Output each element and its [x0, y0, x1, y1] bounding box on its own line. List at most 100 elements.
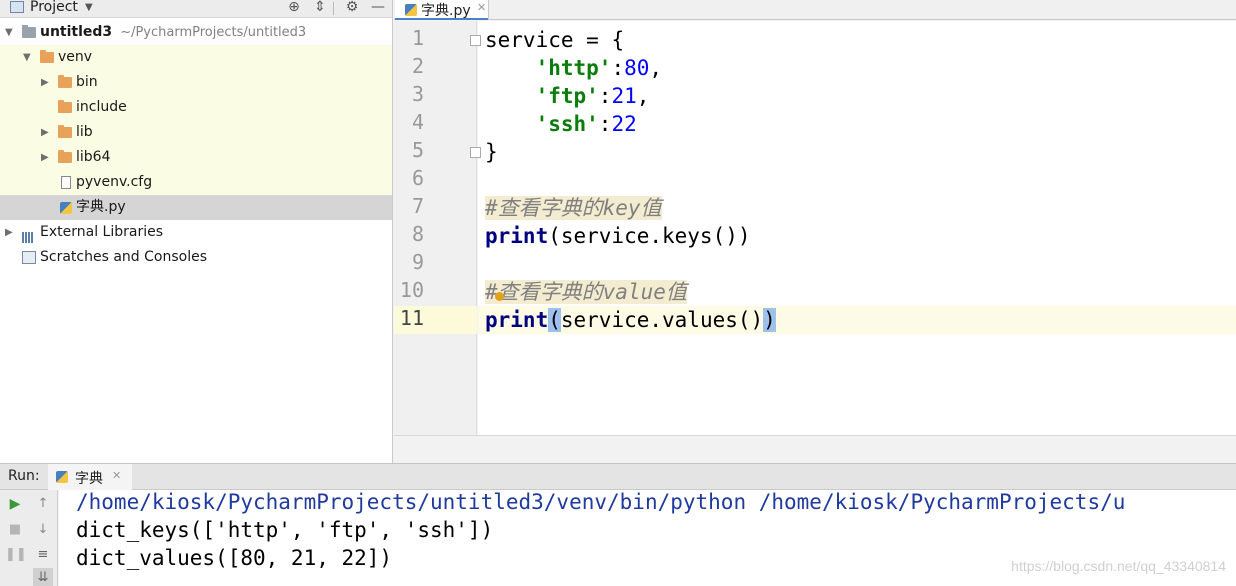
project-path-label: ~/PycharmProjects/untitled3 — [120, 25, 307, 40]
folder-icon — [40, 50, 54, 63]
code-comment: #查看字典的value值 — [485, 280, 687, 304]
code-line-1: service = { — [485, 26, 624, 54]
code-keyword: print — [485, 224, 549, 248]
divider — [333, 2, 334, 15]
chevron-right-icon[interactable]: ▶ — [5, 220, 13, 245]
locate-icon[interactable]: ⊕ — [286, 0, 302, 15]
arrow-up-icon[interactable]: ↑ — [33, 494, 53, 514]
stop-icon[interactable]: ■ — [5, 520, 25, 540]
tree-item-label: lib — [76, 124, 93, 140]
project-panel-header: Project ▼ ⊕ ⇕ ⚙ — — [0, 0, 392, 18]
tree-item-lib[interactable]: ▶ lib — [0, 120, 392, 145]
code-line-4: 'ssh':22 — [485, 110, 637, 138]
line-number: 11 — [399, 306, 424, 330]
tree-item-label: pyvenv.cfg — [76, 174, 153, 190]
gear-icon[interactable]: ⚙ — [344, 0, 360, 15]
console-output-line: dict_values([80, 21, 22]) — [76, 546, 393, 570]
fold-marker-icon[interactable] — [470, 147, 481, 158]
tree-item-label: include — [76, 99, 127, 115]
code-line-8: print(service.keys()) — [485, 222, 751, 250]
code-token: : — [611, 56, 625, 80]
pause-icon[interactable]: ❚❚ — [5, 545, 27, 565]
project-icon — [10, 1, 24, 13]
code-comment: #查看字典的key值 — [485, 196, 662, 220]
chevron-down-icon[interactable]: ▼ — [5, 20, 13, 45]
rerun-icon[interactable]: ▶ — [5, 494, 25, 514]
config-file-icon — [61, 176, 71, 189]
tree-item-label: 字典.py — [76, 199, 126, 215]
code-token: } — [485, 140, 498, 164]
chevron-down-icon[interactable]: ▼ — [85, 2, 93, 13]
chevron-right-icon[interactable]: ▶ — [41, 145, 49, 170]
python-file-icon — [56, 471, 68, 483]
close-icon[interactable]: ✕ — [477, 1, 486, 14]
tree-item-label: bin — [76, 74, 98, 90]
code-token: (service.keys()) — [548, 224, 751, 248]
editor-tab-bar: 字典.py ✕ — [394, 0, 1236, 20]
chevron-right-icon[interactable]: ▶ — [41, 70, 49, 95]
folder-icon — [58, 75, 72, 88]
tree-item-label: venv — [58, 49, 93, 65]
tree-item-pyvenv-cfg[interactable]: pyvenv.cfg — [0, 170, 392, 195]
tree-item-bin[interactable]: ▶ bin — [0, 70, 392, 95]
line-number: 5 — [411, 138, 424, 162]
code-token: = { — [573, 28, 625, 52]
tree-item-label: lib64 — [76, 149, 111, 165]
code-token: : — [598, 84, 612, 108]
watermark: https://blog.csdn.net/qq_43340814 — [1011, 558, 1226, 574]
code-token: ( — [548, 308, 561, 332]
code-token: 80 — [624, 56, 650, 80]
tree-item-scratches[interactable]: Scratches and Consoles — [0, 245, 392, 270]
code-line-2: 'http':80, — [485, 54, 662, 82]
line-number: 3 — [411, 82, 424, 106]
collapse-all-icon[interactable]: ⇕ — [312, 0, 328, 15]
code-line-3: 'ftp':21, — [485, 82, 650, 110]
run-tab-label: 字典 — [75, 471, 103, 487]
line-number: 8 — [411, 222, 424, 246]
tree-item-include[interactable]: include — [0, 95, 392, 120]
code-token: service — [485, 28, 574, 52]
line-number: 9 — [411, 250, 424, 274]
code-token: 21 — [611, 84, 637, 108]
console-output-line: dict_keys(['http', 'ftp', 'ssh']) — [76, 518, 494, 542]
project-view-selector[interactable]: Project — [30, 0, 78, 15]
code-token: , — [636, 84, 650, 108]
run-tab[interactable]: 字典 ✕ — [48, 464, 132, 491]
line-number: 2 — [411, 54, 424, 78]
tree-item-external-libraries[interactable]: ▶ External Libraries — [0, 220, 392, 245]
run-toolbar: ▶ ↑ ■ ↓ ❚❚ ≡ ⇊ — [0, 490, 58, 586]
code-line-11: print(service.values()) — [485, 306, 776, 334]
intention-bulb-icon[interactable] — [495, 292, 504, 301]
code-token: , — [649, 56, 663, 80]
line-number: 10 — [399, 278, 424, 302]
tree-item-dict-py[interactable]: 字典.py — [0, 195, 392, 220]
code-line-10: #查看字典的value值 — [485, 278, 687, 306]
soft-wrap-icon[interactable]: ≡ — [33, 545, 53, 565]
tree-item-venv[interactable]: ▼ venv — [0, 45, 392, 70]
chevron-down-icon[interactable]: ▼ — [23, 45, 31, 70]
python-file-icon — [405, 4, 417, 16]
tree-item-untitled3[interactable]: ▼ untitled3 ~/PycharmProjects/untitled3 — [0, 20, 392, 45]
scroll-to-end-icon[interactable]: ⇊ — [33, 568, 53, 586]
editor-tab-dict-py[interactable]: 字典.py ✕ — [395, 0, 489, 20]
code-token: 22 — [611, 112, 637, 136]
chevron-right-icon[interactable]: ▶ — [41, 120, 49, 145]
folder-icon — [22, 25, 36, 38]
code-keyword: print — [485, 308, 549, 332]
folder-icon — [58, 100, 72, 113]
line-number: 7 — [411, 194, 424, 218]
hide-panel-icon[interactable]: — — [370, 0, 386, 15]
console-command-line: /home/kiosk/PycharmProjects/untitled3/ve… — [76, 490, 1126, 514]
tree-item-lib64[interactable]: ▶ lib64 — [0, 145, 392, 170]
fold-marker-icon[interactable] — [470, 35, 481, 46]
code-line-5: } — [485, 138, 498, 166]
folder-icon — [58, 125, 72, 138]
project-panel: Project ▼ ⊕ ⇕ ⚙ — ▼ untitled3 ~/PycharmPr… — [0, 0, 393, 463]
code-token: : — [598, 112, 612, 136]
arrow-down-icon[interactable]: ↓ — [33, 520, 53, 540]
code-token: ) — [763, 308, 776, 332]
close-icon[interactable]: ✕ — [112, 469, 121, 482]
code-line-7: #查看字典的key值 — [485, 194, 662, 222]
